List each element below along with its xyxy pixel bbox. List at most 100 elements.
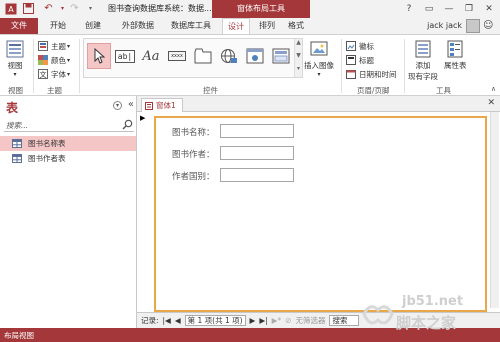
gallery-scroll-up-icon[interactable]: ▲ bbox=[294, 39, 302, 52]
select-pointer-control[interactable] bbox=[87, 43, 111, 69]
logo-button[interactable]: 徽标 bbox=[346, 40, 374, 52]
datetime-label: 日期和时间 bbox=[359, 69, 397, 79]
svg-text:A: A bbox=[8, 5, 14, 14]
search-icon[interactable] bbox=[122, 119, 133, 130]
view-icon bbox=[6, 40, 24, 58]
avatar[interactable] bbox=[466, 19, 480, 33]
document-tab-strip: 窗体1 ✕ bbox=[137, 96, 500, 112]
tab-external-data[interactable]: 外部数据 bbox=[114, 18, 162, 34]
close-document-icon[interactable]: ✕ bbox=[487, 98, 495, 108]
user-name[interactable]: jack jack bbox=[427, 21, 462, 30]
watermark-url: jb51.net bbox=[402, 294, 464, 309]
filter-status[interactable]: 无筛选器 bbox=[295, 315, 325, 326]
nav-menu-icon[interactable]: ▾ bbox=[113, 101, 122, 110]
fonts-button[interactable]: 文 字体 ▾ bbox=[38, 68, 70, 80]
records-label: 记录: bbox=[141, 316, 159, 325]
new-record-icon[interactable]: ▶* bbox=[272, 316, 282, 325]
first-record-icon[interactable]: |◀ bbox=[163, 316, 171, 325]
property-sheet-button[interactable]: 属性表 bbox=[444, 40, 467, 71]
logo-label: 徽标 bbox=[359, 41, 374, 51]
add-existing-fields-button[interactable]: 添加 现有字段 bbox=[408, 40, 438, 82]
close-icon[interactable]: ✕ bbox=[482, 2, 496, 16]
tab-create[interactable]: 创建 bbox=[78, 18, 108, 34]
author-country-field[interactable] bbox=[220, 168, 294, 182]
help-icon[interactable]: ? bbox=[402, 2, 416, 16]
save-icon[interactable] bbox=[22, 2, 35, 15]
themes-label: 主题 bbox=[51, 41, 66, 51]
add-fields-icon bbox=[415, 40, 431, 58]
previous-record-icon[interactable]: ◀ bbox=[175, 316, 181, 325]
colors-button[interactable]: 颜色 ▾ bbox=[38, 54, 70, 66]
ribbon-tabs: 文件 开始 创建 外部数据 数据库工具 设计 排列 格式 jack jack ☺ bbox=[0, 18, 500, 35]
tab-home[interactable]: 开始 bbox=[44, 18, 72, 34]
nav-search-input[interactable]: 搜索... bbox=[4, 119, 134, 132]
tab-form1[interactable]: 窗体1 bbox=[141, 98, 183, 112]
feedback-smiley-icon[interactable]: ☺ bbox=[483, 20, 494, 31]
svg-text:文: 文 bbox=[40, 70, 47, 79]
button-control[interactable]: xxxx bbox=[165, 43, 189, 69]
tab-database-tools[interactable]: 数据库工具 bbox=[166, 18, 216, 34]
tab-control-icon bbox=[194, 48, 212, 64]
vertical-scrollbar[interactable] bbox=[490, 112, 499, 308]
view-dropdown-icon: ▾ bbox=[13, 71, 17, 78]
nav-collapse-icon[interactable]: « bbox=[128, 99, 134, 110]
button-control-label: xxxx bbox=[168, 51, 186, 61]
add-fields-label-1: 添加 bbox=[415, 61, 431, 70]
group-separator bbox=[79, 39, 80, 93]
title-button[interactable]: 标题 bbox=[346, 54, 374, 66]
collapse-ribbon-icon[interactable]: ∧ bbox=[491, 85, 496, 93]
nav-item-book-name-table[interactable]: 图书名称表 bbox=[0, 136, 136, 151]
logo-icon bbox=[346, 41, 356, 51]
tab-control[interactable] bbox=[191, 43, 215, 69]
group-label-header-footer: 页眉/页脚 bbox=[357, 86, 390, 95]
calendar-icon bbox=[346, 70, 356, 79]
redo-icon[interactable]: ↷ bbox=[68, 2, 81, 15]
watermark-logo-icon bbox=[362, 305, 394, 325]
view-button[interactable]: 视图 ▾ bbox=[6, 40, 24, 78]
label-control[interactable]: Aa bbox=[139, 43, 163, 69]
undo-icon[interactable]: ↶ bbox=[42, 2, 55, 15]
app-icon[interactable]: A bbox=[4, 2, 17, 15]
tab-file[interactable]: 文件 bbox=[0, 18, 38, 34]
table-icon bbox=[12, 139, 22, 148]
web-browser-control[interactable] bbox=[243, 43, 267, 69]
gallery-scroll-down-icon[interactable]: ▼ bbox=[294, 52, 302, 65]
group-label-view: 视图 bbox=[8, 86, 23, 95]
form-layout-area: ▶ 图书名称： 图书作者： 作者国别： bbox=[137, 112, 500, 312]
last-record-icon[interactable]: ▶| bbox=[259, 316, 267, 325]
hyperlink-control[interactable] bbox=[217, 43, 241, 69]
navigation-control[interactable] bbox=[269, 43, 293, 69]
nav-item-book-author-table[interactable]: 图书作者表 bbox=[0, 151, 136, 166]
nav-header: 表 ▾ « bbox=[0, 96, 137, 116]
next-record-icon[interactable]: ▶ bbox=[250, 316, 256, 325]
minimize-icon[interactable]: — bbox=[442, 2, 456, 16]
themes-button[interactable]: 主题 ▾ bbox=[38, 40, 70, 52]
filter-icon: ⊘ bbox=[285, 316, 292, 325]
record-search-input[interactable]: 搜索 bbox=[329, 315, 360, 326]
group-separator bbox=[404, 39, 405, 93]
insert-image-dropdown-icon: ▾ bbox=[317, 71, 321, 78]
group-separator bbox=[341, 39, 342, 93]
fonts-label: 字体 bbox=[51, 69, 66, 79]
record-position-input[interactable]: 第 1 项(共 1 项) bbox=[184, 315, 246, 326]
book-name-field[interactable] bbox=[220, 124, 294, 138]
insert-image-button[interactable]: 插入图像 ▾ bbox=[304, 40, 334, 78]
controls-gallery: ab| Aa xxxx ▲ ▼ ▾ bbox=[83, 38, 303, 78]
tab-arrange[interactable]: 排列 bbox=[254, 18, 280, 34]
gallery-more-icon[interactable]: ▾ bbox=[294, 65, 302, 77]
form-canvas: 图书名称： 图书作者： 作者国别： bbox=[154, 116, 487, 312]
restore-icon[interactable]: ❐ bbox=[462, 2, 476, 16]
form-icon bbox=[145, 101, 153, 110]
group-label-controls: 控件 bbox=[203, 86, 218, 95]
record-selector-icon[interactable]: ▶ bbox=[140, 114, 145, 122]
book-author-field[interactable] bbox=[220, 146, 294, 160]
pointer-icon bbox=[94, 48, 105, 64]
datetime-button[interactable]: 日期和时间 bbox=[346, 68, 397, 80]
window-controls: ? ▭ — ❐ ✕ bbox=[402, 2, 496, 16]
ribbon-display-icon[interactable]: ▭ bbox=[422, 2, 436, 16]
textbox-control[interactable]: ab| bbox=[113, 43, 137, 69]
customize-qat-icon[interactable]: ▾ bbox=[84, 2, 97, 15]
tab-design[interactable]: 设计 bbox=[222, 18, 250, 35]
tab-format[interactable]: 格式 bbox=[284, 18, 308, 34]
doc-tab-label: 窗体1 bbox=[156, 101, 176, 110]
